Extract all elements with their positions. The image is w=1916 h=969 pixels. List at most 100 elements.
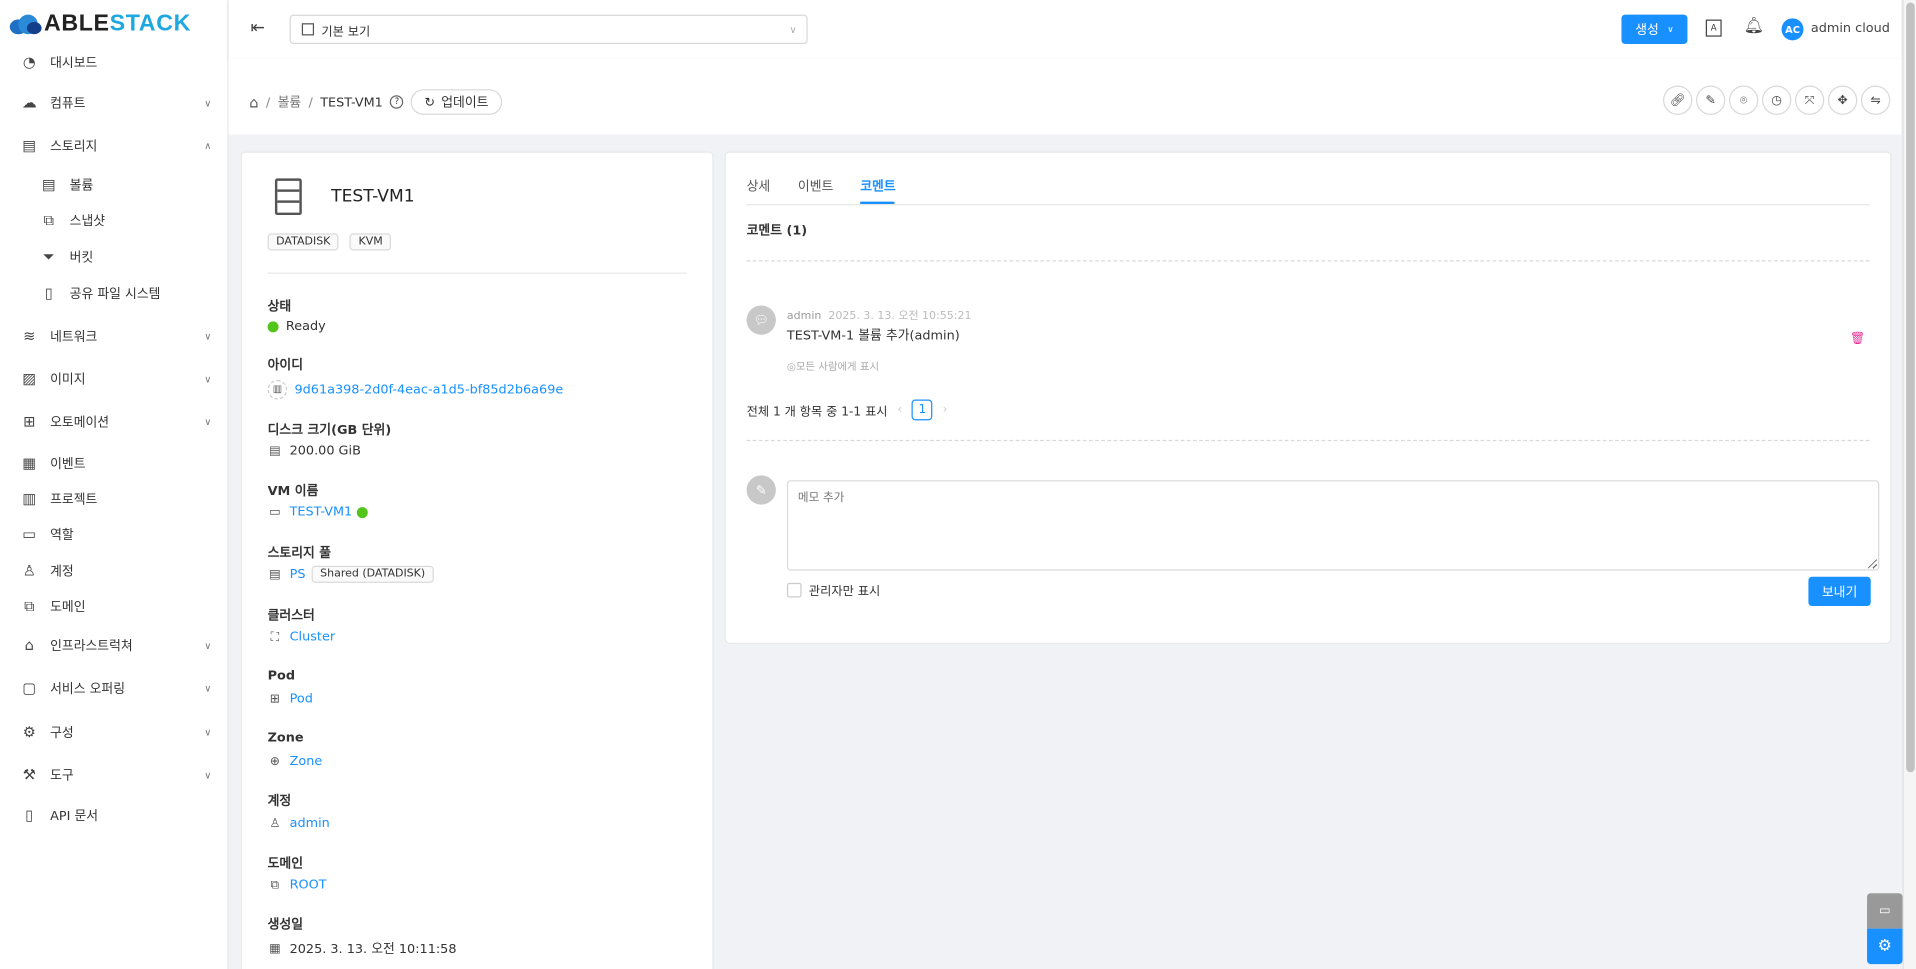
page-scrollbar[interactable] [1902,0,1916,969]
bank-icon: ⌂ [24,636,34,654]
checkbox[interactable] [786,582,802,597]
sidebar-item-14[interactable]: ⧉ 도메인 [0,590,227,622]
sidebar-item-12[interactable]: ▭ 역할 [0,518,227,550]
breadcrumb-volume[interactable]: 볼륨 [278,93,302,111]
sidebar-item-label: 볼륨 [69,177,94,193]
tab-events[interactable]: 이벤트 [798,177,833,195]
sidebar-item-5[interactable]: ⏷ 버킷 [0,241,227,273]
pool-link[interactable]: PS [290,567,306,582]
pool-label: 스토리지 풀 [267,546,332,561]
book-icon: ▯ [25,806,34,824]
ablestack-logo[interactable]: ABLE STACK [9,11,191,37]
sidebar-item-15[interactable]: ⌂ 인프라스트럭쳐 ∨ [0,629,227,661]
chevron-down-icon: ∨ [204,639,212,651]
sidebar-item-19[interactable]: ▯ API 문서 [0,799,227,831]
sidebar-item-label: 프로젝트 [50,491,98,507]
comments-card: 상세 이벤트 코멘트 코멘트 (1) 💬︎ admin 2025. 3. 13.… [724,151,1892,644]
visibility-text: 모든 사람에게 표시 [795,361,880,374]
logo-cloud-icon [9,14,42,35]
edit-avatar-icon: ✎ [746,475,776,505]
user-avatar[interactable]: AC [1781,18,1804,41]
comment-input[interactable] [786,480,1880,571]
help-icon[interactable]: ? [390,95,404,109]
storage-icon: ▤ [22,136,37,154]
barcode-icon[interactable]: ▥ [267,380,288,400]
view-select[interactable]: 기본 보기 ∨ [289,14,808,44]
domain-value: ⧉ ROOT [268,877,327,892]
scrollbar-thumb[interactable] [1906,2,1915,773]
menu-fold-icon[interactable]: ⇤ [250,18,264,38]
sidebar-item-11[interactable]: ▥ 프로젝트 [0,483,227,515]
sidebar-item-13[interactable]: ♙ 계정 [0,555,227,587]
move-button[interactable]: ✥ [1827,85,1858,115]
sidebar-item-7[interactable]: ≋ 네트워크 ∨ [0,320,227,352]
pagination: 전체 1 개 항목 중 1-1 표시 ‹ 1 › [747,399,948,421]
sidebar-item-9[interactable]: ⊞ 오토메이션 ∨ [0,406,227,438]
pod-link[interactable]: Pod [290,692,313,707]
home-icon[interactable]: ⌂ [249,93,258,110]
sidebar-item-10[interactable]: ▦ 이벤트 [0,447,227,479]
gear-icon: ⚙︎ [22,723,36,741]
reload-icon: ↻ [424,94,436,110]
page-1-button[interactable]: 1 [911,399,933,421]
admin-only-checkbox[interactable]: 관리자만 표시 [786,580,881,599]
chevron-up-icon: ∧ [204,139,212,151]
next-page-icon[interactable]: › [943,403,948,416]
console-float-button[interactable]: ▭ [1867,893,1903,929]
sidebar-item-label: 버킷 [69,249,94,265]
volume-tags: DATADISK KVM [267,233,392,251]
link-icon: 🔗︎ [1669,93,1686,107]
sidebar-item-label: 구성 [50,725,74,740]
sidebar-item-label: 이벤트 [50,456,86,472]
shopping-icon: ▢ [22,679,37,697]
admin-only-label: 관리자만 표시 [808,585,881,599]
pod-label: Pod [267,668,296,684]
refresh-button[interactable]: ↻ 업데이트 [410,89,502,115]
resize-icon: ⤧ [1804,93,1815,107]
edit-button[interactable]: ✎ [1695,85,1726,115]
send-button[interactable]: 보내기 [1808,576,1871,607]
tab-details[interactable]: 상세 [747,177,771,195]
sidebar-item-4[interactable]: ⧉ 스냅샷 [0,204,227,236]
translate-icon[interactable]: A [1705,19,1722,37]
create-button[interactable]: 생성 ∨ [1621,14,1688,44]
sidebar-item-2[interactable]: ▤ 스토리지 ∧ [0,130,227,162]
link-button[interactable]: 🔗︎ [1663,85,1693,115]
sidebar-item-18[interactable]: ⚒︎ 도구 ∨ [0,759,227,791]
resize-button[interactable]: ⤧ [1794,85,1825,115]
tab-comments[interactable]: 코멘트 [860,177,895,195]
domain-link[interactable]: ROOT [290,877,327,892]
created-label: 생성일 [267,917,304,933]
sidebar-item-label: 서비스 오퍼링 [50,681,126,696]
sidebar-item-8[interactable]: ▨ 이미지 ∨ [0,363,227,395]
sidebar-item-6[interactable]: ▯ 공유 파일 시스템 [0,277,227,309]
sidebar-item-1[interactable]: ☁︎ 컴퓨트 ∨ [0,87,227,119]
comment-author: admin [786,310,822,323]
delete-icon[interactable]: 🗑︎ [1850,332,1866,345]
camera-button[interactable]: ⌾ [1728,85,1759,115]
prev-page-icon[interactable]: ‹ [897,403,902,416]
desktop-icon: ▭ [269,505,281,519]
cluster-link[interactable]: Cluster [290,629,336,644]
account-link[interactable]: admin [290,816,330,831]
sidebar-item-16[interactable]: ▢ 서비스 오퍼링 ∨ [0,672,227,704]
vm-status-dot [357,506,369,518]
id-link[interactable]: 9d61a398-2d0f-4eac-a1d5-bf85d2b6a69e [294,382,563,397]
vm-link[interactable]: TEST-VM1 [290,505,353,520]
created-value: ▦ 2025. 3. 13. 오전 10:11:58 [268,940,456,958]
sidebar-item-17[interactable]: ⚙︎ 구성 ∨ [0,716,227,748]
sidebar-item-3[interactable]: ▤ 볼륨 [0,169,227,201]
bell-icon[interactable]: 🔔︎ [1744,17,1764,35]
console-icon: ▭ [1878,904,1891,918]
swap-button[interactable]: ⇋ [1860,85,1891,115]
zone-link[interactable]: Zone [290,754,323,769]
clock-button[interactable]: ◷ [1761,85,1792,115]
user-name[interactable]: admin cloud [1811,21,1890,36]
settings-float-button[interactable]: ⚙︎ [1867,928,1903,965]
status-dot [267,320,279,332]
breadcrumb: ⌂ / 볼륨 / TEST-VM1 ? ↻ 업데이트 [249,89,502,115]
sidebar-item-label: 이미지 [50,372,86,387]
sidebar-item-label: 역할 [50,527,74,542]
sidebar-item-0[interactable]: ◔ 대시보드 [0,46,227,78]
chevron-down-icon: ∨ [204,682,212,694]
